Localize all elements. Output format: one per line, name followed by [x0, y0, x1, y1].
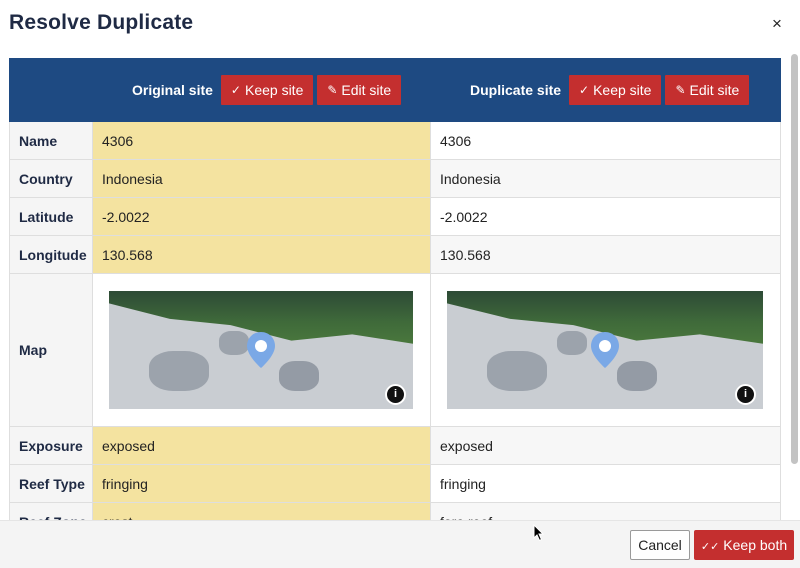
keep-duplicate-site-button[interactable]: ✓ Keep site	[569, 75, 662, 105]
edit-duplicate-site-button[interactable]: ✎ Edit site	[665, 75, 750, 105]
pencil-icon: ✎	[675, 83, 686, 97]
field-label: Reef Zone	[9, 503, 93, 520]
field-label: Exposure	[9, 427, 93, 464]
dialog-footer: Cancel ✓✓ Keep both	[0, 520, 800, 568]
original-site-label: Original site	[132, 82, 213, 98]
duplicate-map-cell: i	[431, 274, 781, 426]
check-icon: ✓	[579, 83, 590, 97]
row-map: Map i i	[9, 274, 781, 427]
edit-site-label: Edit site	[341, 82, 392, 98]
keep-original-site-button[interactable]: ✓ Keep site	[220, 75, 314, 105]
edit-site-label: Edit site	[689, 82, 740, 98]
vertical-scrollbar[interactable]	[789, 50, 800, 470]
close-icon[interactable]: ×	[768, 14, 786, 34]
duplicate-value: 130.568	[431, 236, 781, 273]
duplicate-satellite-map[interactable]: i	[447, 291, 763, 409]
keep-site-label: Keep site	[244, 82, 304, 98]
field-label: Latitude	[9, 198, 93, 235]
original-map-cell: i	[93, 274, 431, 426]
row-country: Country Indonesia Indonesia	[9, 160, 781, 198]
comparison-table: Original site ✓ Keep site ✎ Edit site Du…	[9, 58, 781, 520]
table-header: Original site ✓ Keep site ✎ Edit site Du…	[9, 58, 781, 122]
cancel-button[interactable]: Cancel	[630, 530, 690, 560]
map-info-icon[interactable]: i	[385, 384, 406, 405]
original-value: Indonesia	[93, 160, 431, 197]
mouse-cursor-icon	[533, 524, 545, 542]
field-label: Reef Type	[9, 465, 93, 502]
field-label: Country	[9, 160, 93, 197]
keep-both-label: Keep both	[723, 537, 788, 553]
row-exposure: Exposure exposed exposed	[9, 427, 781, 465]
pencil-icon: ✎	[327, 83, 338, 97]
duplicate-value: 4306	[431, 122, 781, 159]
duplicate-site-label: Duplicate site	[470, 82, 562, 98]
duplicate-value: -2.0022	[431, 198, 781, 235]
dialog-title: Resolve Duplicate	[9, 11, 194, 34]
map-pin-icon[interactable]	[246, 331, 276, 369]
check-icon: ✓	[230, 83, 241, 97]
keep-site-label: Keep site	[593, 82, 652, 98]
original-value: fringing	[93, 465, 431, 502]
field-label: Name	[9, 122, 93, 159]
duplicate-value: fringing	[431, 465, 781, 502]
field-label: Longitude	[9, 236, 93, 273]
duplicate-value: fore reef	[431, 503, 781, 520]
row-reef-zone: Reef Zone crest fore reef	[9, 503, 781, 520]
double-check-icon: ✓✓	[700, 541, 720, 553]
scrollbar-thumb[interactable]	[791, 54, 798, 464]
comparison-scroll-area[interactable]: Original site ✓ Keep site ✎ Edit site Du…	[0, 56, 800, 520]
original-site-header: Original site ✓ Keep site ✎ Edit site	[132, 75, 402, 105]
keep-both-button[interactable]: ✓✓ Keep both	[694, 530, 794, 560]
original-value: 130.568	[93, 236, 431, 273]
original-value: exposed	[93, 427, 431, 464]
original-value: crest	[93, 503, 431, 520]
original-value: 4306	[93, 122, 431, 159]
row-latitude: Latitude -2.0022 -2.0022	[9, 198, 781, 236]
duplicate-site-header: Duplicate site ✓ Keep site ✎ Edit site	[470, 75, 750, 105]
field-label: Map	[9, 274, 93, 426]
row-reef-type: Reef Type fringing fringing	[9, 465, 781, 503]
duplicate-value: exposed	[431, 427, 781, 464]
duplicate-value: Indonesia	[431, 160, 781, 197]
map-pin-icon[interactable]	[590, 331, 620, 369]
row-longitude: Longitude 130.568 130.568	[9, 236, 781, 274]
original-value: -2.0022	[93, 198, 431, 235]
original-satellite-map[interactable]: i	[109, 291, 413, 409]
row-name: Name 4306 4306	[9, 122, 781, 160]
edit-original-site-button[interactable]: ✎ Edit site	[317, 75, 402, 105]
map-info-icon[interactable]: i	[735, 384, 756, 405]
